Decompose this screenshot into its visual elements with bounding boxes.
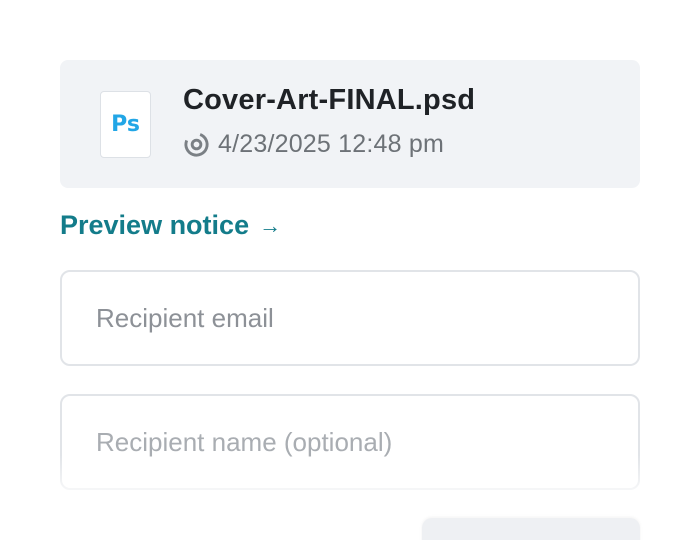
file-type-label: Ps xyxy=(111,112,140,137)
arrow-right-icon: → xyxy=(259,212,282,238)
preview-notice-link[interactable]: Preview notice → xyxy=(60,210,281,241)
recipient-email-field[interactable] xyxy=(60,270,640,366)
recipient-name-field[interactable] xyxy=(60,394,640,490)
send-button[interactable] xyxy=(422,518,640,540)
send-file-panel: Ps Cover-Art-FINAL.psd 4/23/2025 12:48 p… xyxy=(0,0,700,540)
photoshop-file-icon: Ps xyxy=(100,91,151,158)
clock-icon xyxy=(184,132,209,157)
preview-notice-label: Preview notice xyxy=(60,210,250,240)
file-name: Cover-Art-FINAL.psd xyxy=(183,84,476,116)
file-meta: 4/23/2025 12:48 pm xyxy=(183,130,444,159)
file-card: Ps Cover-Art-FINAL.psd 4/23/2025 12:48 p… xyxy=(60,60,640,188)
file-timestamp: 4/23/2025 12:48 pm xyxy=(218,130,444,158)
